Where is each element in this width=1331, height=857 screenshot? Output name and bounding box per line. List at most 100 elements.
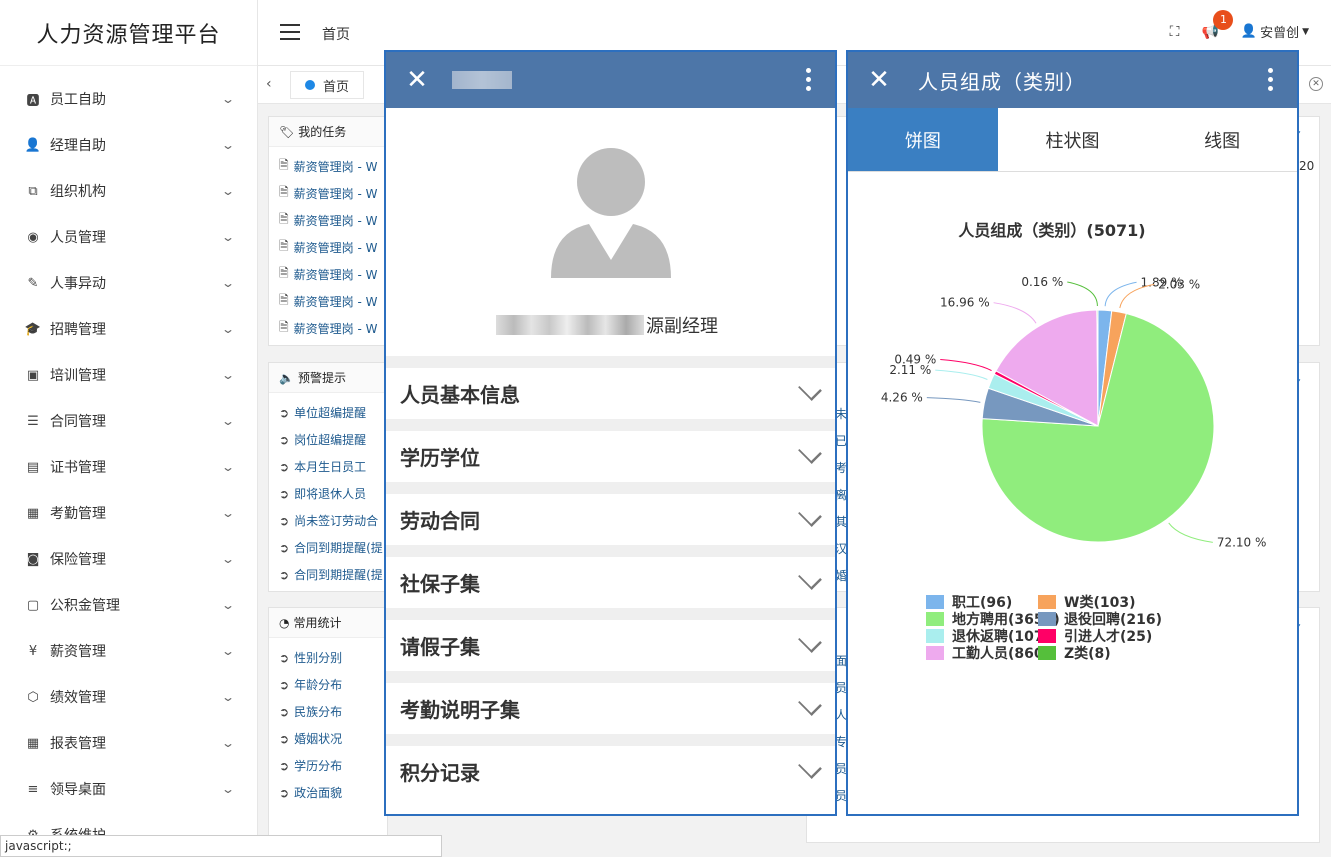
close-icon[interactable]: ✕ (866, 65, 892, 95)
list-item[interactable]: 🗎 薪资管理岗 - W (279, 207, 387, 234)
kebab-menu-icon[interactable] (806, 68, 811, 91)
list-item[interactable]: 🗎 薪资管理岗 - W (279, 288, 387, 315)
sidebar-item-4[interactable]: ✎ 人事异动 ⌄ (0, 260, 257, 306)
accordion-section[interactable]: 人员基本信息 (386, 356, 835, 419)
sidebar-item-1[interactable]: 👤 经理自助 ⌄ (0, 122, 257, 168)
list-item[interactable]: ➲ 合同到期提醒(提 (279, 534, 387, 561)
graduation-cap-icon: 🎓 (24, 321, 42, 337)
list-item-label: 婚姻状况 (294, 732, 343, 746)
sidebar-item-label: 培训管理 (50, 368, 106, 384)
sidebar-item-9[interactable]: ▦ 考勤管理 ⌄ (0, 490, 257, 536)
list-item-label: 年龄分布 (294, 678, 343, 692)
tab-prev-icon[interactable]: ‹ (266, 76, 272, 92)
list-item[interactable]: 🗎 薪资管理岗 - W (279, 315, 387, 342)
list-item[interactable]: ➲ 即将退休人员 (279, 480, 387, 507)
panel-title: 我的任务 (298, 125, 347, 139)
legend-item-4[interactable]: 退休返聘(107) (926, 628, 1050, 645)
chart-tab-2[interactable]: 线图 (1147, 108, 1297, 171)
list-item[interactable]: 🗎 薪资管理岗 - W (279, 234, 387, 261)
sidebar-item-15[interactable]: ≡ 领导桌面 ⌄ (0, 766, 257, 812)
legend-item-6[interactable]: 工勤人员(860) (926, 645, 1050, 662)
sidebar-item-13[interactable]: ⬡ 绩效管理 ⌄ (0, 674, 257, 720)
list-item-label: 薪资管理岗 - W (293, 322, 378, 336)
section-title: 考勤说明子集 (400, 698, 520, 722)
chevron-down-icon (799, 446, 821, 468)
sidebar-item-0[interactable]: 🅰 员工自助 ⌄ (0, 76, 257, 122)
accordion-section[interactable]: 社保子集 (386, 545, 835, 608)
sidebar-item-3[interactable]: ◉ 人员管理 ⌄ (0, 214, 257, 260)
legend-item-0[interactable]: 职工(96) (926, 595, 1012, 611)
list-item[interactable]: ➲ 民族分布 (279, 698, 387, 725)
list-item[interactable]: ➲ 本月生日员工 (279, 453, 387, 480)
chevron-down-icon (799, 572, 821, 594)
chevron-down-icon (799, 383, 821, 405)
tasks-list: 🗎 薪资管理岗 - W 🗎 薪资管理岗 - W 🗎 薪资管理岗 - W 🗎 薪资管理岗 - W… (269, 147, 387, 342)
list-item[interactable]: ➲ 岗位超编提醒 (279, 426, 387, 453)
user-menu[interactable]: 👤 安曾创 ▼ (1241, 22, 1309, 41)
tab-label: 首页 (323, 79, 350, 95)
close-icon[interactable]: ✕ (404, 65, 430, 95)
legend-swatch (1038, 595, 1056, 609)
list-item[interactable]: ➲ 单位超编提醒 (279, 399, 387, 426)
arrow-circle-icon: ➲ (279, 486, 290, 501)
list-item[interactable]: ➲ 合同到期提醒(提 (279, 561, 387, 588)
sidebar-item-label: 薪资管理 (50, 644, 106, 660)
sidebar-item-12[interactable]: ¥ 薪资管理 ⌄ (0, 628, 257, 674)
legend-item-7[interactable]: Z类(8) (1038, 645, 1111, 662)
sidebar-item-2[interactable]: ⧉ 组织机构 ⌄ (0, 168, 257, 214)
arrow-circle-icon: ➲ (279, 758, 290, 773)
profile-window: ✕ 源副经理 人员基本信息学历学位劳动合同社保子集 请假子集考勤说明子集积分记录 (384, 50, 837, 816)
sidebar-item-label: 公积金管理 (50, 598, 120, 614)
sidebar-item-10[interactable]: ◙ 保险管理 ⌄ (0, 536, 257, 582)
sidebar-item-8[interactable]: ▤ 证书管理 ⌄ (0, 444, 257, 490)
notification-button[interactable]: 📢 1 (1201, 9, 1234, 40)
list-item[interactable]: ➲ 学历分布 (279, 752, 387, 779)
legend-item-5[interactable]: 引进人才(25) (1038, 628, 1152, 645)
accordion-section[interactable]: 请假子集 (386, 608, 835, 671)
list-item-label: 合同到期提醒(提 (294, 568, 383, 582)
sidebar-item-14[interactable]: ▦ 报表管理 ⌄ (0, 720, 257, 766)
legend-label: 引进人才(25) (1064, 628, 1152, 645)
chevron-down-icon: ⌄ (220, 460, 236, 474)
accordion-section[interactable]: 学历学位 (386, 419, 835, 482)
accordion-section[interactable]: 积分记录 (386, 734, 835, 797)
breadcrumb[interactable]: 首页 (322, 24, 350, 44)
arrow-circle-icon: ➲ (279, 650, 290, 665)
sidebar-item-5[interactable]: 🎓 招聘管理 ⌄ (0, 306, 257, 352)
hamburger-menu-icon[interactable] (280, 24, 300, 40)
notification-badge: 1 (1213, 9, 1234, 30)
tab-home[interactable]: 首页 (290, 71, 365, 99)
fullscreen-icon[interactable]: ⛶ (1170, 24, 1180, 40)
accordion-section[interactable]: 考勤说明子集 (386, 671, 835, 734)
legend-item-1[interactable]: W类(103) (1038, 594, 1135, 611)
list-item[interactable]: ➲ 尚未签订劳动合 (279, 507, 387, 534)
document-icon: 🗎 (279, 266, 289, 280)
list-item[interactable]: ➲ 性别分别 (279, 644, 387, 671)
list-item[interactable]: ➲ 婚姻状况 (279, 725, 387, 752)
chevron-down-icon: ⌄ (220, 184, 236, 198)
alerts-list: ➲ 单位超编提醒 ➲ 岗位超编提醒 ➲ 本月生日员工 ➲ 即将退休人员 ➲ 尚未签订劳动合 ➲ 合同到… (269, 393, 387, 588)
sidebar-item-7[interactable]: ☰ 合同管理 ⌄ (0, 398, 257, 444)
list-item-label: 即将退休人员 (294, 487, 367, 501)
chevron-down-icon: ⌄ (220, 782, 236, 796)
list-item[interactable]: 🗎 薪资管理岗 - W (279, 153, 387, 180)
list-item[interactable]: 🗎 薪资管理岗 - W (279, 261, 387, 288)
arrow-circle-icon: ➲ (279, 432, 290, 447)
chart-tab-0[interactable]: 饼图 (848, 108, 998, 171)
section-title: 劳动合同 (400, 509, 480, 533)
kebab-menu-icon[interactable] (1268, 68, 1273, 91)
insurance-icon: ◙ (26, 551, 40, 567)
chevron-down-icon (799, 509, 821, 531)
list-item[interactable]: ➲ 政治面貌 (279, 779, 387, 806)
sidebar-item-6[interactable]: ▣ 培训管理 ⌄ (0, 352, 257, 398)
list-item[interactable]: 🗎 薪资管理岗 - W (279, 180, 387, 207)
chart-tab-1[interactable]: 柱状图 (997, 108, 1148, 171)
sidebar-item-11[interactable]: ▢ 公积金管理 ⌄ (0, 582, 257, 628)
list-item-label: 薪资管理岗 - W (293, 187, 378, 201)
close-tabs-icon[interactable]: ✕ (1309, 77, 1323, 91)
list-item-label: 学历分布 (294, 759, 343, 773)
profile-name: 源副经理 (496, 312, 718, 338)
list-item[interactable]: ➲ 年龄分布 (279, 671, 387, 698)
section-title: 学历学位 (400, 446, 480, 470)
accordion-section[interactable]: 劳动合同 (386, 482, 835, 545)
